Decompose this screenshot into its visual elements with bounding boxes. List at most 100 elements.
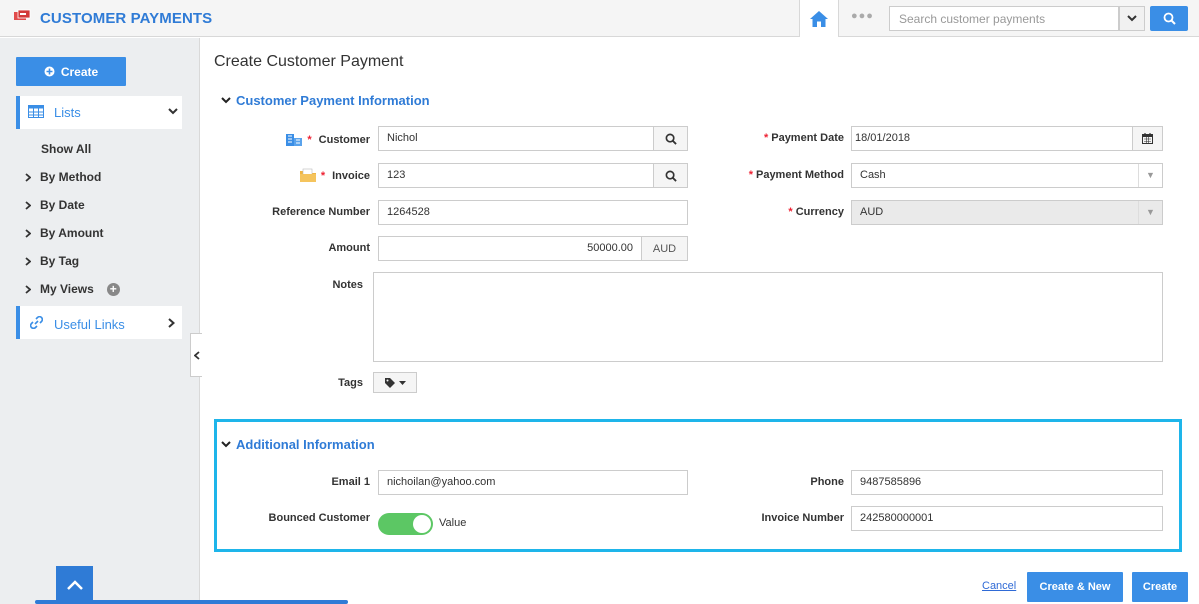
toggle-knob — [413, 515, 431, 533]
section-title: Additional Information — [236, 437, 375, 452]
invoice-search-button[interactable] — [653, 163, 688, 188]
chevron-down-icon — [221, 97, 231, 104]
sidebar-item-label: By Date — [40, 198, 85, 212]
create-button-label: Create — [60, 64, 99, 79]
home-button[interactable] — [799, 0, 839, 37]
payment-date-field[interactable]: 18/01/2018 — [851, 126, 1133, 151]
bounced-toggle-label: Value — [439, 517, 467, 529]
currency-value: AUD — [860, 206, 884, 218]
chevron-down-icon — [1127, 15, 1137, 22]
sidebar-item-show-all[interactable]: Show All — [41, 142, 91, 156]
home-icon — [810, 10, 828, 27]
caret-down-icon: ▼ — [1138, 201, 1162, 224]
top-bar: CUSTOMER PAYMENTS ●●● — [0, 0, 1199, 37]
section-additional-info-header[interactable]: Additional Information — [221, 437, 375, 452]
chevron-right-icon — [25, 284, 31, 294]
search-dropdown-button[interactable] — [1119, 6, 1145, 31]
sidebar-useful-links[interactable]: Useful Links — [16, 306, 182, 339]
payment-logo-icon — [14, 9, 31, 20]
invoice-folder-icon — [299, 168, 316, 182]
section-payment-info-header[interactable]: Customer Payment Information — [221, 93, 430, 108]
page-title: Create Customer Payment — [214, 53, 404, 70]
scroll-top-button[interactable] — [56, 566, 93, 604]
phone-field[interactable]: 9487585896 — [851, 470, 1163, 495]
bottom-bar — [35, 600, 348, 604]
amount-currency-addon: AUD — [641, 236, 688, 261]
customer-label-group: * Customer — [285, 132, 370, 147]
customer-field[interactable]: Nichol — [378, 126, 654, 151]
reference-number-field[interactable]: 1264528 — [378, 200, 688, 225]
email-field[interactable]: nichoilan@yahoo.com — [378, 470, 688, 495]
search-button[interactable] — [1150, 6, 1188, 31]
invoice-field[interactable]: 123 — [378, 163, 654, 188]
caret-down-icon: ▼ — [1138, 164, 1162, 187]
chevron-up-icon — [66, 579, 83, 590]
amount-label: Amount — [328, 242, 370, 254]
create-and-new-button[interactable]: Create & New — [1027, 572, 1123, 602]
search-icon — [1163, 12, 1176, 25]
reference-number-label: Reference Number — [272, 206, 370, 218]
payment-date-label: Payment Date — [771, 132, 844, 144]
tags-label: Tags — [338, 377, 363, 389]
chevron-right-icon — [168, 318, 175, 328]
phone-label: Phone — [810, 476, 844, 488]
sidebar-item-my-views[interactable]: My Views + — [25, 282, 120, 296]
add-view-icon[interactable]: + — [106, 282, 120, 296]
payment-method-select[interactable]: Cash ▼ — [851, 163, 1163, 188]
sidebar-item-label: By Amount — [40, 226, 104, 240]
table-icon — [28, 105, 44, 118]
invoice-label: Invoice — [332, 169, 370, 182]
sidebar-item-label: My Views — [40, 282, 94, 296]
bounced-customer-toggle[interactable] — [378, 513, 433, 535]
sidebar-lists-header[interactable]: Lists — [16, 96, 182, 129]
payment-method-label-group: * Payment Method — [748, 169, 844, 181]
sidebar-collapse-button[interactable] — [190, 333, 202, 377]
create-button[interactable]: Create — [1132, 572, 1188, 602]
chevron-left-icon — [193, 350, 200, 360]
sidebar-create-button[interactable]: Create — [16, 57, 126, 86]
invoice-number-field[interactable]: 242580000001 — [851, 506, 1163, 531]
search-input[interactable] — [889, 6, 1119, 31]
chevron-right-icon — [25, 228, 31, 238]
chevron-right-icon — [25, 256, 31, 266]
useful-links-label: Useful Links — [54, 317, 125, 332]
payment-date-label-group: * Payment Date — [763, 132, 844, 144]
bounced-customer-label: Bounced Customer — [268, 512, 370, 524]
chevron-down-icon — [221, 441, 231, 448]
currency-label: Currency — [795, 206, 844, 218]
tag-icon — [385, 377, 395, 388]
chevron-right-icon — [25, 172, 31, 182]
notes-textarea[interactable] — [373, 272, 1163, 362]
payment-method-label: Payment Method — [755, 169, 844, 181]
section-title: Customer Payment Information — [236, 93, 430, 108]
calendar-button[interactable] — [1132, 126, 1163, 151]
chevron-right-icon — [25, 200, 31, 210]
more-apps-icon[interactable]: ●●● — [851, 10, 874, 22]
search-icon — [665, 170, 677, 182]
chevron-down-icon — [168, 108, 178, 115]
plus-circle-icon — [44, 66, 55, 77]
payment-method-value: Cash — [860, 169, 886, 181]
invoice-number-label: Invoice Number — [761, 512, 844, 524]
sidebar-item-by-tag[interactable]: By Tag — [25, 254, 79, 268]
sidebar-item-label: By Method — [40, 170, 102, 184]
notes-label: Notes — [332, 279, 363, 291]
search-icon — [665, 133, 677, 145]
tags-dropdown-button[interactable] — [373, 372, 417, 393]
invoice-label-group: * Invoice — [299, 168, 370, 183]
cancel-link[interactable]: Cancel — [982, 580, 1016, 592]
customer-label: Customer — [318, 133, 370, 146]
app-title: CUSTOMER PAYMENTS — [40, 10, 213, 27]
customer-building-icon — [286, 134, 303, 146]
currency-select[interactable]: AUD ▼ — [851, 200, 1163, 225]
currency-label-group: * Currency — [788, 206, 844, 218]
customer-search-button[interactable] — [653, 126, 688, 151]
sidebar: Create Lists Show All By Method By Date … — [0, 38, 348, 604]
email-label: Email 1 — [331, 476, 370, 488]
sidebar-item-by-amount[interactable]: By Amount — [25, 226, 104, 240]
link-icon — [30, 316, 43, 329]
calendar-icon — [1142, 133, 1153, 144]
sidebar-item-by-date[interactable]: By Date — [25, 198, 85, 212]
amount-field[interactable]: 50000.00 — [378, 236, 642, 261]
sidebar-item-by-method[interactable]: By Method — [25, 170, 101, 184]
